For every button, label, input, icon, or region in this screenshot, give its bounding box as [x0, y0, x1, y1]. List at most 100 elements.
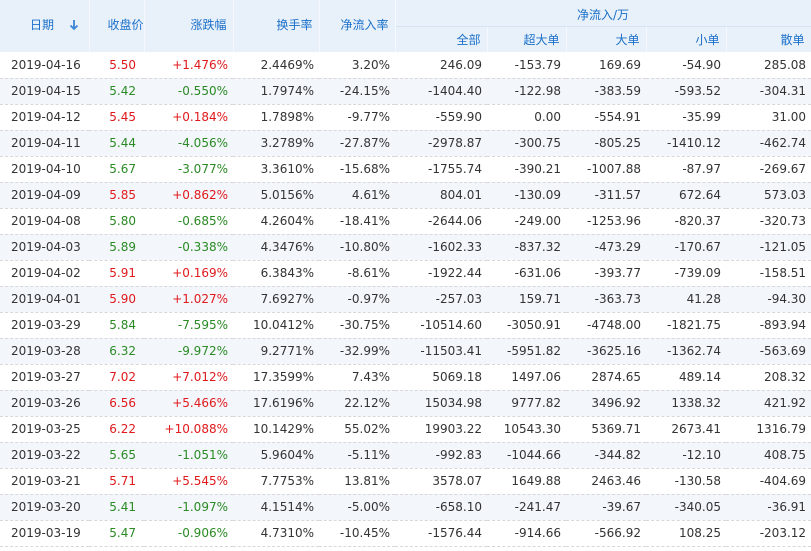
cell-net-all: -1755.74 [395, 156, 487, 183]
cell-close: 6.32 [89, 338, 144, 365]
cell-turnover: 5.0156% [233, 182, 319, 209]
table-row[interactable]: 2019-03-20 5.41 -1.097% 4.1514% -5.00% -658.1… [0, 494, 811, 521]
cell-turnover: 1.7974% [233, 78, 319, 105]
cell-turnover: 5.9604% [233, 442, 319, 469]
cell-change-pct: +10.088% [144, 416, 233, 443]
header-close[interactable]: 收盘价 [89, 0, 145, 52]
table-row[interactable]: 2019-03-19 5.47 -0.906% 4.7310% -10.45% -1576… [0, 520, 811, 547]
cell-net-large: 5369.71 [566, 416, 646, 443]
table-row[interactable]: 2019-04-08 5.80 -0.685% 4.2604% -18.41% -2644… [0, 208, 811, 235]
table-row[interactable]: 2019-03-21 5.71 +5.545% 7.7753% 13.81% 3578.0… [0, 468, 811, 495]
cell-change-pct: +0.169% [144, 260, 233, 287]
cell-net-small: 41.28 [646, 286, 726, 313]
table-row[interactable]: 2019-04-10 5.67 -3.077% 3.3610% -15.68% -1755… [0, 156, 811, 183]
table-row[interactable]: 2019-04-11 5.44 -4.056% 3.2789% -27.87% -2978… [0, 130, 811, 157]
cell-net-inflow-rate: -27.87% [319, 130, 395, 157]
table-row[interactable]: 2019-03-29 5.84 -7.595% 10.0412% -30.75% -105… [0, 312, 811, 339]
cell-close: 5.71 [89, 468, 144, 495]
table-row[interactable]: 2019-03-22 5.65 -1.051% 5.9604% -5.11% -992.8… [0, 442, 811, 469]
cell-net-super-large: 1497.06 [487, 364, 566, 391]
cell-net-inflow-rate: 4.61% [319, 182, 395, 209]
header-net-large[interactable]: 大单 [566, 26, 647, 52]
cell-close: 5.80 [89, 208, 144, 235]
cell-date: 2019-03-28 [0, 338, 89, 365]
cell-date: 2019-04-08 [0, 208, 89, 235]
header-net-super-large[interactable]: 超大单 [487, 26, 567, 52]
header-date[interactable]: 日期 [0, 0, 90, 52]
cell-net-all: -658.10 [395, 494, 487, 521]
header-net-inflow-rate[interactable]: 净流入率 [319, 0, 396, 52]
cell-close: 5.90 [89, 286, 144, 313]
cell-net-retail: 1316.79 [726, 416, 811, 443]
cell-net-small: 489.14 [646, 364, 726, 391]
cell-net-small: -54.90 [646, 52, 726, 79]
cell-net-super-large: -241.47 [487, 494, 566, 521]
cell-net-small: 672.64 [646, 182, 726, 209]
header-net-retail[interactable]: 散单 [726, 26, 811, 52]
cell-net-inflow-rate: -15.68% [319, 156, 395, 183]
cell-close: 5.67 [89, 156, 144, 183]
cell-close: 5.41 [89, 494, 144, 521]
table-row[interactable]: 2019-04-03 5.89 -0.338% 4.3476% -10.80% -1602… [0, 234, 811, 261]
cell-net-inflow-rate: 22.12% [319, 390, 395, 417]
cell-net-large: -39.67 [566, 494, 646, 521]
cell-net-retail: -893.94 [726, 312, 811, 339]
table-row[interactable]: 2019-04-02 5.91 +0.169% 6.3843% -8.61% -1922.… [0, 260, 811, 287]
cell-net-super-large: 159.71 [487, 286, 566, 313]
cell-change-pct: +5.545% [144, 468, 233, 495]
header-net-all[interactable]: 全部 [395, 26, 488, 52]
cell-net-small: 108.25 [646, 520, 726, 547]
cell-turnover: 17.6196% [233, 390, 319, 417]
cell-change-pct: -0.906% [144, 520, 233, 547]
cell-net-retail: -563.69 [726, 338, 811, 365]
header-change-pct[interactable]: 涨跌幅 [144, 0, 234, 52]
cell-net-all: -1576.44 [395, 520, 487, 547]
cell-net-all: -257.03 [395, 286, 487, 313]
header-net-small-label: 小单 [695, 32, 720, 47]
cell-change-pct: -0.685% [144, 208, 233, 235]
table-row[interactable]: 2019-03-27 7.02 +7.012% 17.3599% 7.43% 5069.1… [0, 364, 811, 391]
table-row[interactable]: 2019-03-26 6.56 +5.466% 17.6196% 22.12% 15034… [0, 390, 811, 417]
cell-net-large: -566.92 [566, 520, 646, 547]
cell-close: 5.91 [89, 260, 144, 287]
cell-change-pct: -4.056% [144, 130, 233, 157]
cell-turnover: 17.3599% [233, 364, 319, 391]
cell-change-pct: -9.972% [144, 338, 233, 365]
cell-turnover: 7.6927% [233, 286, 319, 313]
arrow-down-icon[interactable] [68, 19, 80, 31]
cell-net-all: 19903.22 [395, 416, 487, 443]
cell-net-large: 3496.92 [566, 390, 646, 417]
cell-net-super-large: -837.32 [487, 234, 566, 261]
cell-net-super-large: -130.09 [487, 182, 566, 209]
header-turnover[interactable]: 换手率 [233, 0, 320, 52]
cell-net-all: 3578.07 [395, 468, 487, 495]
cell-net-all: -1602.33 [395, 234, 487, 261]
cell-net-retail: 285.08 [726, 52, 811, 79]
cell-net-large: -554.91 [566, 104, 646, 131]
cell-close: 5.42 [89, 78, 144, 105]
header-net-super-large-label: 超大单 [523, 32, 560, 47]
cell-net-large: -393.77 [566, 260, 646, 287]
table-row[interactable]: 2019-04-15 5.42 -0.550% 1.7974% -24.15% -1404… [0, 78, 811, 105]
table-row[interactable]: 2019-03-25 6.22 +10.088% 10.1429% 55.02% 1990… [0, 416, 811, 443]
cell-net-all: -2978.87 [395, 130, 487, 157]
cell-net-all: 15034.98 [395, 390, 487, 417]
cell-net-retail: -158.51 [726, 260, 811, 287]
cell-turnover: 10.0412% [233, 312, 319, 339]
cell-net-inflow-rate: 55.02% [319, 416, 395, 443]
table-row[interactable]: 2019-04-12 5.45 +0.184% 1.7898% -9.77% -559.9… [0, 104, 811, 131]
table-row[interactable]: 2019-03-28 6.32 -9.972% 9.2771% -32.99% -1150… [0, 338, 811, 365]
cell-net-large: -1007.88 [566, 156, 646, 183]
cell-close: 5.65 [89, 442, 144, 469]
header-net-all-label: 全部 [456, 32, 481, 47]
cell-net-super-large: -300.75 [487, 130, 566, 157]
cell-date: 2019-03-20 [0, 494, 89, 521]
cell-net-small: -593.52 [646, 78, 726, 105]
table-row[interactable]: 2019-04-16 5.50 +1.476% 2.4469% 3.20% 246.09-… [0, 52, 811, 79]
cell-net-super-large: 0.00 [487, 104, 566, 131]
header-net-small[interactable]: 小单 [646, 26, 727, 52]
cell-net-inflow-rate: -5.00% [319, 494, 395, 521]
table-row[interactable]: 2019-04-09 5.85 +0.862% 5.0156% 4.61% 804.01-… [0, 182, 811, 209]
table-row[interactable]: 2019-04-01 5.90 +1.027% 7.6927% -0.97% -257.0… [0, 286, 811, 313]
cell-net-all: -11503.41 [395, 338, 487, 365]
